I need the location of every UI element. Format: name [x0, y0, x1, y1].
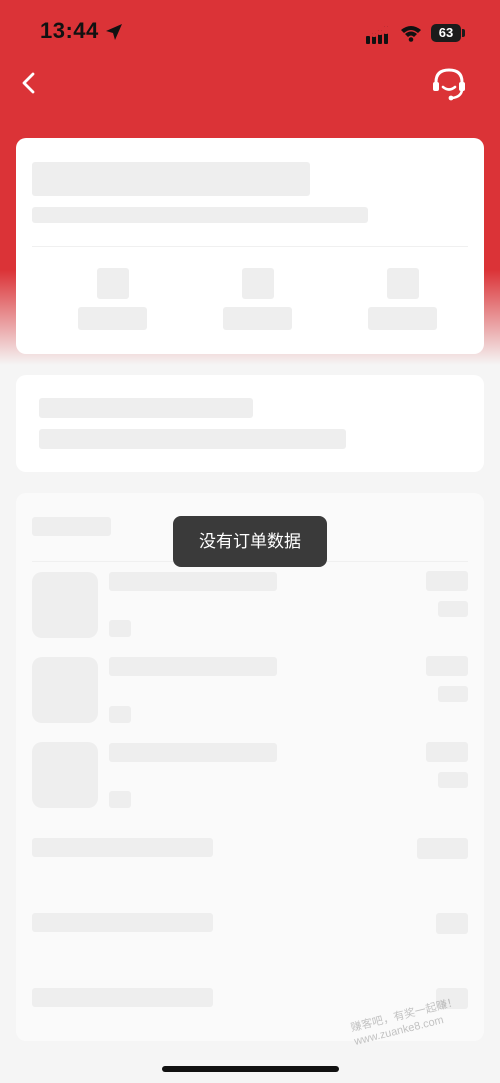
skeleton-summary-label: [32, 838, 213, 857]
skeleton-item-qty: [438, 601, 468, 617]
toast-message: 没有订单数据: [173, 516, 327, 567]
status-bar: 13:44 63: [0, 0, 500, 66]
skeleton-subtitle: [32, 207, 368, 223]
skeleton-line: [39, 398, 253, 418]
skeleton-stat-value: [97, 268, 129, 299]
skeleton-item-tag: [109, 706, 131, 723]
skeleton-item-price: [426, 656, 468, 676]
skeleton-item-name: [109, 657, 277, 676]
skeleton-summary-value: [436, 913, 468, 934]
skeleton-title: [32, 162, 310, 196]
summary-card: [16, 138, 484, 354]
order-list-card: [16, 493, 484, 1041]
location-arrow-icon: [106, 24, 122, 40]
divider: [32, 246, 468, 247]
skeleton-stat-label: [368, 307, 437, 330]
skeleton-item-name: [109, 572, 277, 591]
headset-customer-service-icon[interactable]: [430, 66, 468, 102]
skeleton-item-name: [109, 743, 277, 762]
skeleton-summary-value: [417, 838, 468, 859]
chevron-left-icon[interactable]: [14, 68, 42, 98]
skeleton-thumbnail: [32, 572, 98, 638]
info-card: [16, 375, 484, 472]
skeleton-thumbnail: [32, 657, 98, 723]
skeleton-item-price: [426, 742, 468, 762]
skeleton-summary-label: [32, 913, 213, 932]
skeleton-item-qty: [438, 772, 468, 788]
skeleton-summary-label: [32, 988, 213, 1007]
skeleton-stat-value: [242, 268, 274, 299]
skeleton-item-tag: [109, 620, 131, 637]
battery-tip: [462, 29, 465, 37]
skeleton-item-price: [426, 571, 468, 591]
skeleton-stat-label: [223, 307, 292, 330]
skeleton-thumbnail: [32, 742, 98, 808]
status-time: 13:44: [40, 18, 99, 43]
skeleton-item-qty: [438, 686, 468, 702]
cellular-signal-icon: [366, 26, 388, 44]
wifi-icon: [401, 26, 421, 42]
battery-icon: 63: [431, 24, 461, 42]
skeleton-line: [39, 429, 346, 449]
battery-level: 63: [438, 25, 454, 40]
skeleton-stat-value: [387, 268, 419, 299]
skeleton-section-title: [32, 517, 111, 536]
skeleton-item-tag: [109, 791, 131, 808]
home-indicator: [162, 1066, 339, 1072]
skeleton-stat-label: [78, 307, 147, 330]
